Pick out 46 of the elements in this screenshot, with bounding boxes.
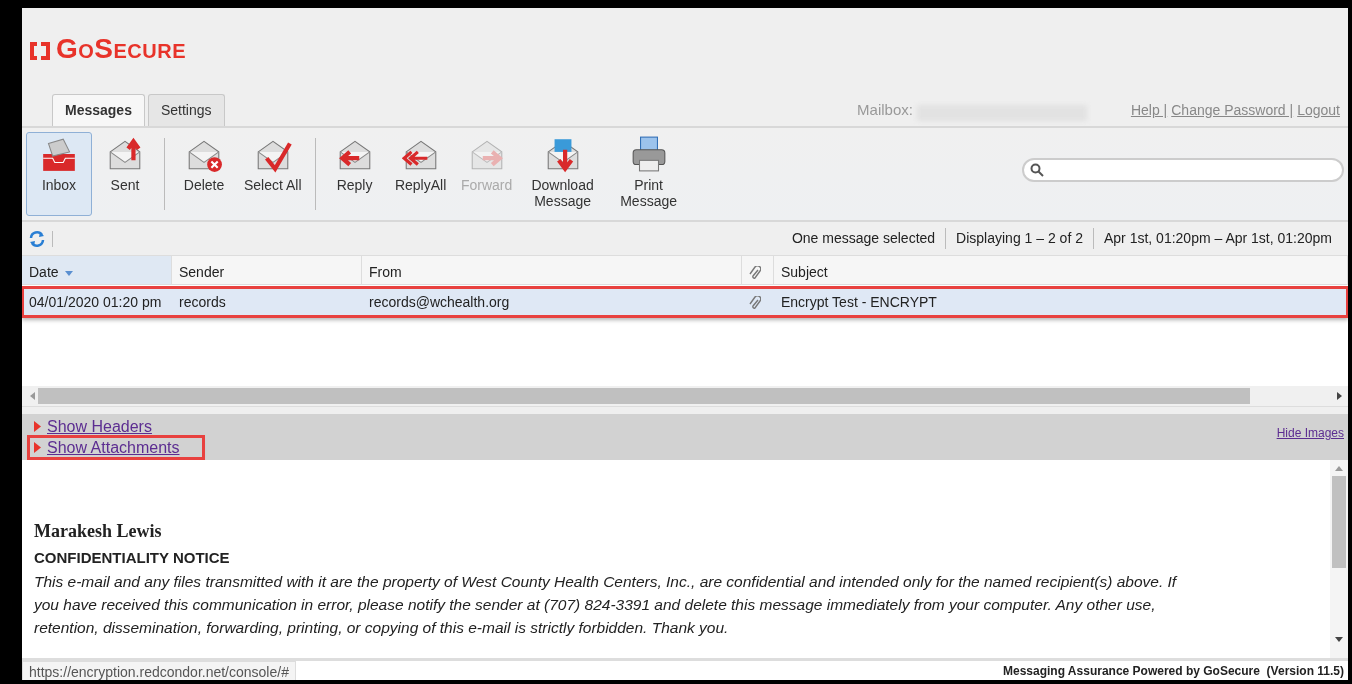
- message-row[interactable]: 04/01/2020 01:20 pm records records@wchealth.org Encrypt Test - ENCRYPT: [22, 287, 1348, 317]
- toggle-link[interactable]: Show Attachments: [30, 437, 202, 457]
- expand-arrow-icon: [34, 441, 41, 453]
- sender-name: Marakesh Lewis: [34, 520, 163, 543]
- column-header[interactable]: Subject: [774, 256, 1348, 284]
- tray-icon: [40, 135, 78, 173]
- column-header[interactable]: From: [362, 256, 742, 284]
- sort-arrow-icon: [63, 271, 74, 277]
- horizontal-scrollbar[interactable]: [22, 386, 1348, 406]
- scroll-left-icon[interactable]: [28, 391, 36, 401]
- mailbox-label: Mailbox:: [857, 99, 913, 120]
- toolbar-button[interactable]: Select All: [237, 132, 309, 216]
- toolbar-button[interactable]: ReplyAll: [387, 132, 454, 216]
- scroll-up-icon[interactable]: [1334, 464, 1344, 472]
- status-text: Apr 1st, 01:20pm – Apr 1st, 01:20pm: [1092, 228, 1342, 249]
- notice-heading: CONFIDENTIALITY NOTICE: [34, 548, 231, 568]
- expand-arrow-icon: [34, 421, 41, 432]
- table-cell: records: [179, 293, 226, 310]
- scroll-down-icon[interactable]: [1334, 636, 1344, 644]
- toolbar-button[interactable]: Sent: [92, 132, 158, 216]
- toolbar-button[interactable]: Delete: [171, 132, 237, 216]
- hide-images-link[interactable]: Hide Images: [1276, 424, 1344, 442]
- logo-text: GoSecure: [56, 32, 187, 66]
- column-header[interactable]: Date: [22, 256, 172, 284]
- notice-text: This e-mail and any files transmitted with it are the property of West County Health Centers, Inc., are confidential and intended only for the named recipient(s) above. If you have received this communication in error, please notify the sender at (707) 824-3391 and delete this message immediately from your computer. Any other use, retention, dissemination, forwarding, printing, or copying of this e-mail is strictly forbidden. Thank you.: [34, 571, 1179, 638]
- scroll-right-icon[interactable]: [1336, 391, 1344, 401]
- tab[interactable]: Settings: [147, 94, 225, 126]
- footer-text: Messaging Assurance Powered by GoSecure (Version 11.5): [1002, 662, 1345, 680]
- refresh-icon[interactable]: [28, 229, 46, 248]
- status-text: Displaying 1 – 2 of 2: [945, 228, 1093, 249]
- status-url: https://encryption.redcondor.net/console/#: [22, 660, 296, 680]
- search-icon: [1030, 163, 1044, 177]
- toolbar-button[interactable]: Reply: [321, 132, 388, 216]
- table-cell: 04/01/2020 01:20 pm: [29, 293, 162, 310]
- toolbar-button[interactable]: Download Message: [519, 132, 606, 216]
- paperclip-icon: [749, 266, 761, 281]
- tab[interactable]: Messages: [52, 94, 145, 126]
- table-cell: records@wchealth.org: [369, 293, 510, 310]
- column-header[interactable]: Sender: [172, 256, 362, 284]
- table-cell: Encrypt Test - ENCRYPT: [781, 293, 937, 310]
- toggle-link[interactable]: Show Headers: [30, 417, 156, 436]
- search-field[interactable]: [1022, 158, 1344, 182]
- toolbar-button[interactable]: Inbox: [26, 132, 92, 216]
- vertical-scrollbar[interactable]: [1330, 460, 1348, 658]
- toolbar-button[interactable]: Print Message: [605, 132, 692, 216]
- status-text: One message selected: [790, 229, 937, 248]
